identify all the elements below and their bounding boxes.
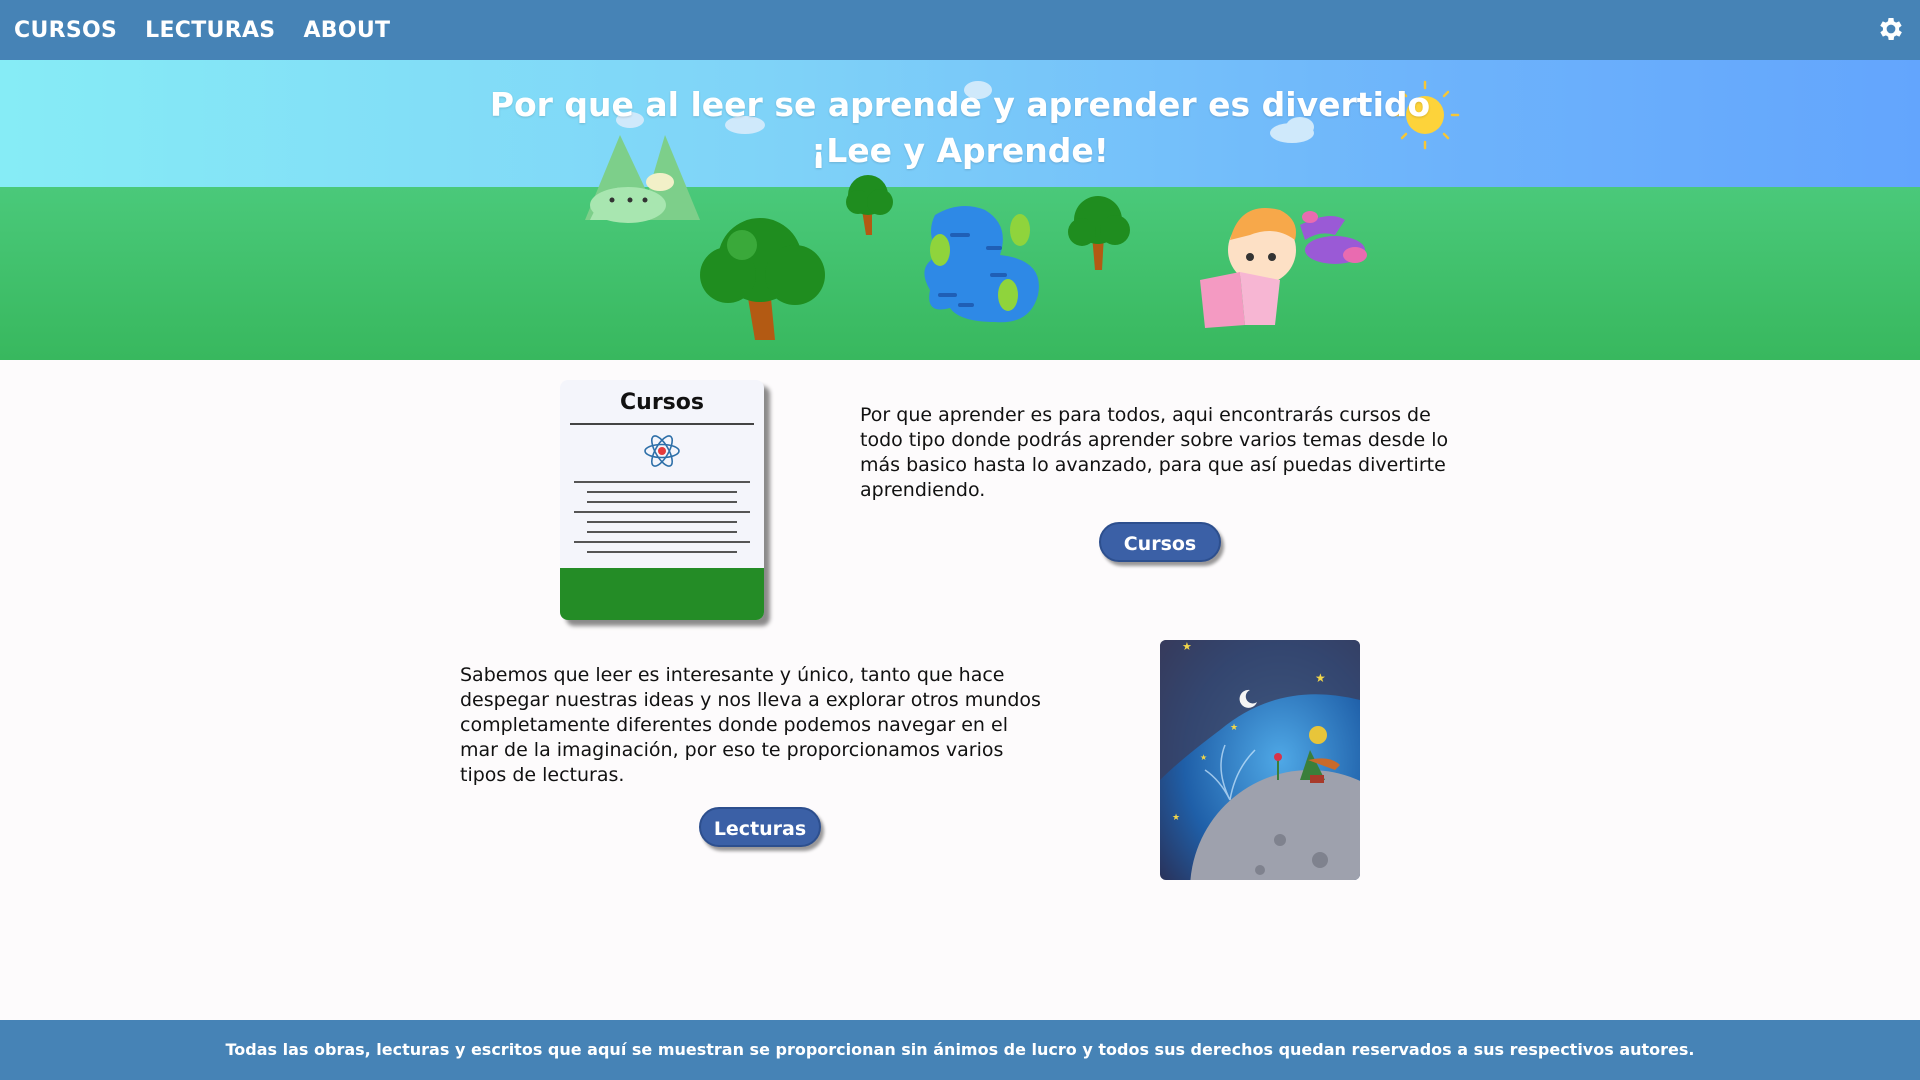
tree-icon [700, 218, 825, 340]
pond-icon [924, 206, 1039, 323]
gear-icon[interactable] [1876, 14, 1906, 44]
nav-link-cursos[interactable]: CURSOS [14, 18, 117, 43]
svg-text:★: ★ [1200, 753, 1207, 762]
card-text-lines [574, 481, 750, 553]
hero-banner: Por que al leer se aprende y aprender es… [0, 60, 1920, 360]
hero-title: Por que al leer se aprende y aprender es… [0, 82, 1920, 174]
svg-text:★: ★ [1230, 723, 1238, 733]
nav-link-about[interactable]: ABOUT [303, 18, 390, 43]
svg-text:★: ★ [1315, 671, 1326, 685]
readings-description: Sabemos que leer es interesante y único,… [460, 664, 1041, 786]
lecturas-button[interactable]: Lecturas [699, 807, 821, 847]
card-title: Cursos [620, 390, 704, 415]
little-prince-illustration: ★ ★ ★ ★ ★ [1160, 640, 1360, 880]
nav-link-lecturas[interactable]: LECTURAS [145, 18, 275, 43]
svg-text:★: ★ [1172, 813, 1180, 823]
hero-title-line2: ¡Lee y Aprende! [811, 131, 1109, 170]
tree-icon [846, 175, 893, 235]
svg-text:★: ★ [1182, 640, 1192, 653]
card-footer-band [560, 568, 764, 620]
tree-icon [1068, 196, 1130, 270]
hero-title-line1: Por que al leer se aprende y aprender es… [489, 85, 1431, 124]
atom-icon [644, 435, 680, 467]
card-divider [570, 423, 754, 425]
courses-card: Cursos [560, 380, 764, 620]
cursos-button[interactable]: Cursos [1099, 522, 1221, 562]
footer: Todas las obras, lecturas y escritos que… [0, 1020, 1920, 1080]
footer-text: Todas las obras, lecturas y escritos que… [225, 1040, 1695, 1059]
top-navbar: CURSOS LECTURAS ABOUT [0, 0, 1920, 60]
courses-description: Por que aprender es para todos, aqui enc… [860, 404, 1449, 501]
child-reading-icon [1200, 208, 1367, 328]
